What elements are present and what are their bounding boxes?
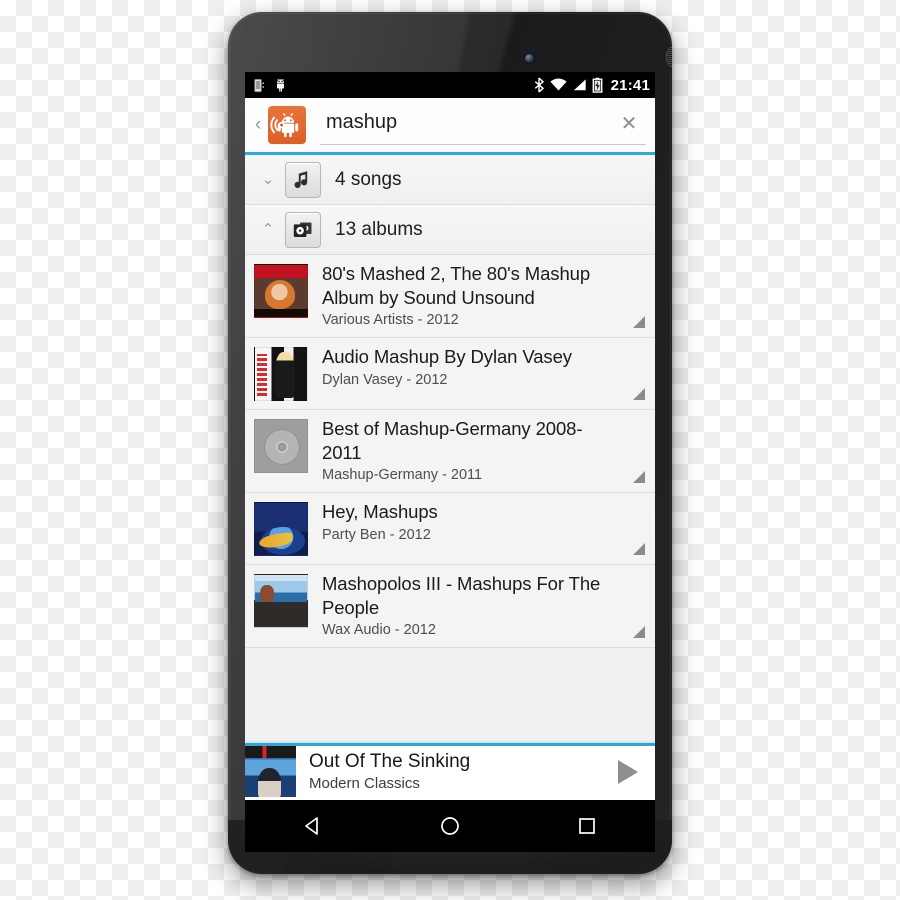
- album-row[interactable]: Best of Mashup-Germany 2008-2011 Mashup-…: [245, 410, 655, 493]
- signal-icon: [573, 79, 586, 91]
- vibrate-icon: [254, 78, 265, 92]
- album-title: Hey, Mashups: [322, 501, 438, 522]
- album-title: 80's Mashed 2, The 80's Mashup Album by …: [322, 263, 591, 308]
- front-camera-icon: [525, 54, 534, 63]
- bluetooth-icon: [534, 77, 544, 93]
- album-row[interactable]: Audio Mashup By Dylan Vasey Dylan Vasey …: [245, 338, 655, 410]
- albums-icon: [285, 211, 321, 248]
- album-text: Best of Mashup-Germany 2008-2011 Mashup-…: [322, 417, 647, 484]
- album-row[interactable]: Mashopolos III - Mashups For The People …: [245, 565, 655, 648]
- battery-charging-icon: [592, 77, 603, 93]
- status-bar: 21:41: [245, 72, 655, 98]
- album-art: [254, 347, 308, 401]
- up-back-chevron-icon[interactable]: ‹: [250, 114, 266, 136]
- now-playing-bar[interactable]: Out Of The Sinking Modern Classics: [245, 743, 655, 797]
- chevron-down-icon[interactable]: ⌄: [251, 172, 285, 187]
- phone-device: 21:41 ‹ mashup ✕ ⌄ 4 songs ⌃ 13 albums 8…: [228, 12, 672, 874]
- album-row[interactable]: 80's Mashed 2, The 80's Mashup Album by …: [245, 255, 655, 338]
- album-subtitle: Party Ben - 2012: [322, 526, 431, 543]
- album-art: [254, 264, 308, 318]
- search-action-bar: ‹ mashup ✕: [245, 98, 655, 155]
- album-subtitle: Various Artists - 2012: [322, 312, 459, 328]
- search-input[interactable]: [320, 111, 614, 138]
- status-bar-clock: 21:41: [610, 76, 650, 94]
- album-title: Best of Mashup-Germany 2008-2011: [322, 418, 583, 463]
- play-icon[interactable]: [599, 757, 655, 787]
- album-subtitle: Mashup-Germany - 2011: [322, 467, 483, 483]
- status-bar-right-icons: 21:41: [533, 77, 650, 94]
- album-row[interactable]: Hey, Mashups Party Ben - 2012: [245, 493, 655, 565]
- recents-square-icon[interactable]: [559, 806, 615, 846]
- album-text: 80's Mashed 2, The 80's Mashup Album by …: [322, 262, 647, 329]
- chevron-up-icon[interactable]: ⌃: [251, 222, 285, 237]
- context-menu-corner-icon[interactable]: [633, 543, 645, 555]
- album-text: Mashopolos III - Mashups For The People …: [322, 572, 647, 639]
- group-label-songs: 4 songs: [335, 168, 402, 190]
- earpiece-speaker-icon: [665, 44, 672, 70]
- now-playing-album-art: [245, 746, 296, 797]
- clear-search-icon[interactable]: ✕: [614, 108, 644, 138]
- context-menu-corner-icon[interactable]: [633, 471, 645, 483]
- album-text: Hey, Mashups Party Ben - 2012: [322, 500, 468, 544]
- album-art: [254, 419, 308, 473]
- wifi-icon: [550, 78, 567, 91]
- now-playing-title: Out Of The Sinking: [309, 750, 471, 772]
- album-subtitle: Dylan Vasey - 2012: [322, 371, 448, 388]
- album-art: [254, 502, 308, 556]
- status-bar-left-icons: [251, 78, 287, 93]
- home-circle-icon[interactable]: [422, 806, 478, 846]
- album-subtitle: Wax Audio - 2012: [322, 622, 436, 638]
- context-menu-corner-icon[interactable]: [633, 316, 645, 328]
- phone-screen: 21:41 ‹ mashup ✕ ⌄ 4 songs ⌃ 13 albums 8…: [245, 72, 655, 800]
- album-text: Audio Mashup By Dylan Vasey Dylan Vasey …: [322, 345, 602, 389]
- android-navigation-bar: [245, 800, 655, 852]
- back-triangle-icon[interactable]: [285, 806, 341, 846]
- search-field-wrapper: ✕: [320, 105, 646, 145]
- search-results-list[interactable]: ⌄ 4 songs ⌃ 13 albums 80's Mashed 2, The…: [245, 155, 655, 797]
- album-title: Mashopolos III - Mashups For The People: [322, 573, 601, 618]
- group-header-albums[interactable]: ⌃ 13 albums: [245, 205, 655, 255]
- now-playing-subtitle: Modern Classics: [309, 774, 420, 792]
- group-header-songs[interactable]: ⌄ 4 songs: [245, 155, 655, 205]
- app-logo-icon[interactable]: [268, 106, 306, 144]
- group-label-albums: 13 albums: [335, 218, 423, 240]
- album-art: [254, 574, 308, 628]
- album-title: Audio Mashup By Dylan Vasey: [322, 346, 572, 367]
- context-menu-corner-icon[interactable]: [633, 626, 645, 638]
- music-note-icon: [285, 161, 321, 198]
- android-debug-icon: [276, 78, 285, 92]
- context-menu-corner-icon[interactable]: [633, 388, 645, 400]
- now-playing-text: Out Of The Sinking Modern Classics: [309, 751, 599, 793]
